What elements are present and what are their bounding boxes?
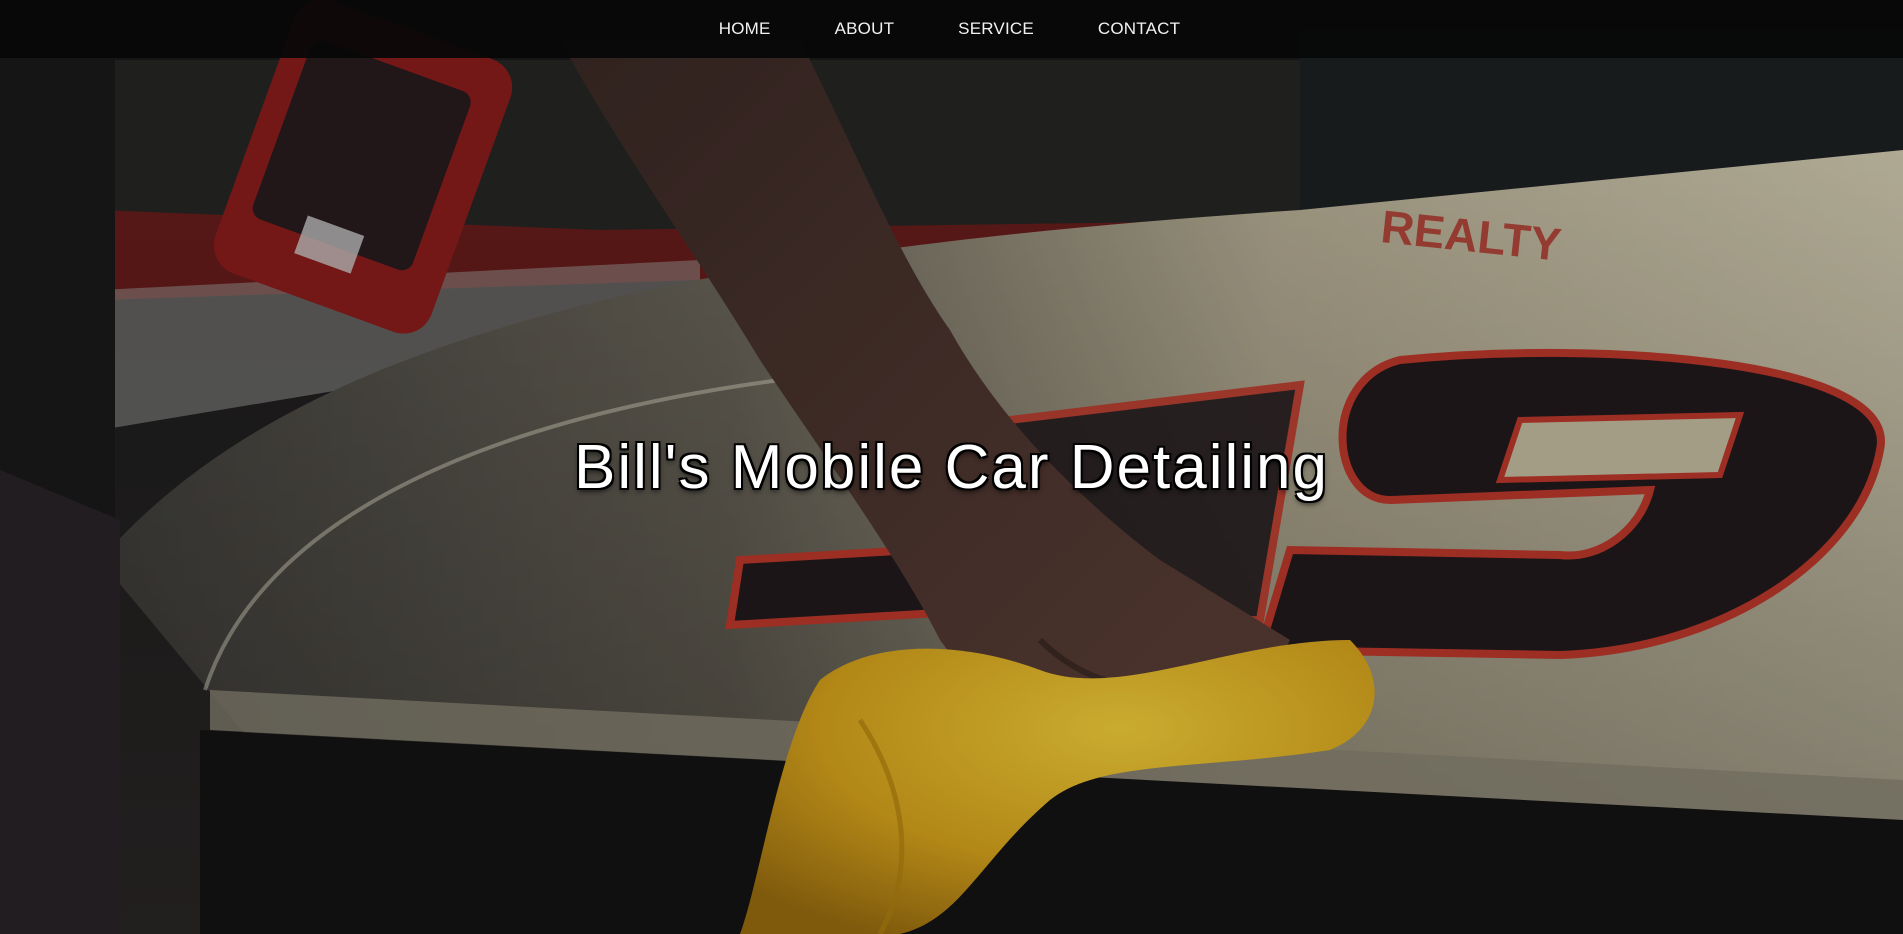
nav-link-service[interactable]: SERVICE (926, 19, 1066, 38)
nav-menu: HOME ABOUT SERVICE CONTACT (687, 19, 1212, 39)
hero-title: Bill's Mobile Car Detailing (574, 433, 1329, 502)
hero-section: REALTY HOME ABOUT SERVICE CONTACT (0, 0, 1903, 934)
nav-link-home[interactable]: HOME (687, 19, 803, 38)
top-navbar: HOME ABOUT SERVICE CONTACT (0, 0, 1903, 58)
nav-link-about[interactable]: ABOUT (803, 19, 927, 38)
nav-link-contact[interactable]: CONTACT (1066, 19, 1212, 38)
